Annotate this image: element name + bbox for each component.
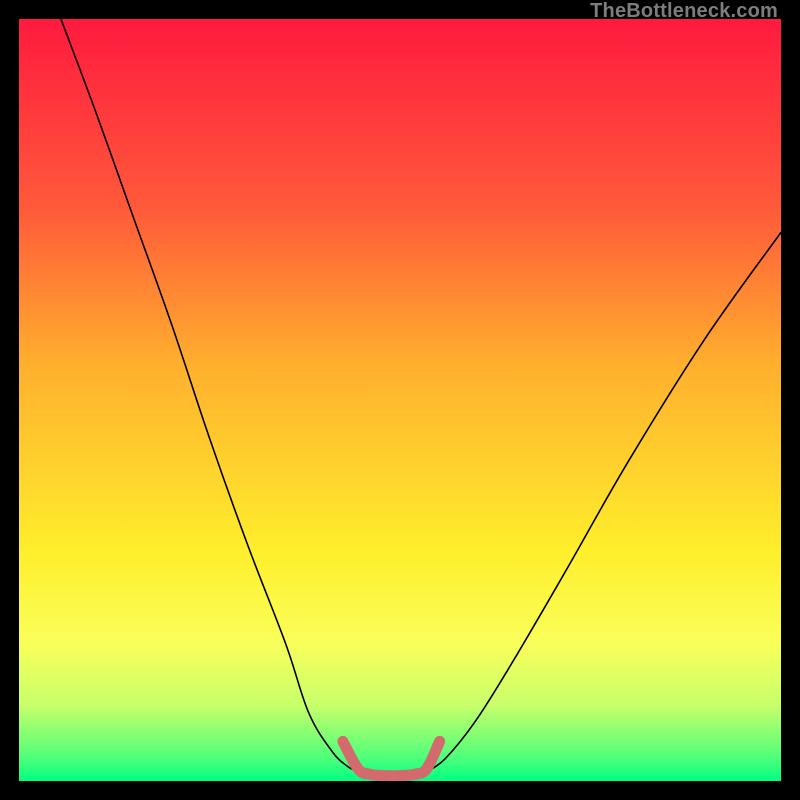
chart-svg: [19, 19, 781, 781]
plot-area: [19, 19, 781, 781]
watermark-label: TheBottleneck.com: [590, 0, 778, 23]
chart-stage: TheBottleneck.com: [0, 0, 800, 800]
